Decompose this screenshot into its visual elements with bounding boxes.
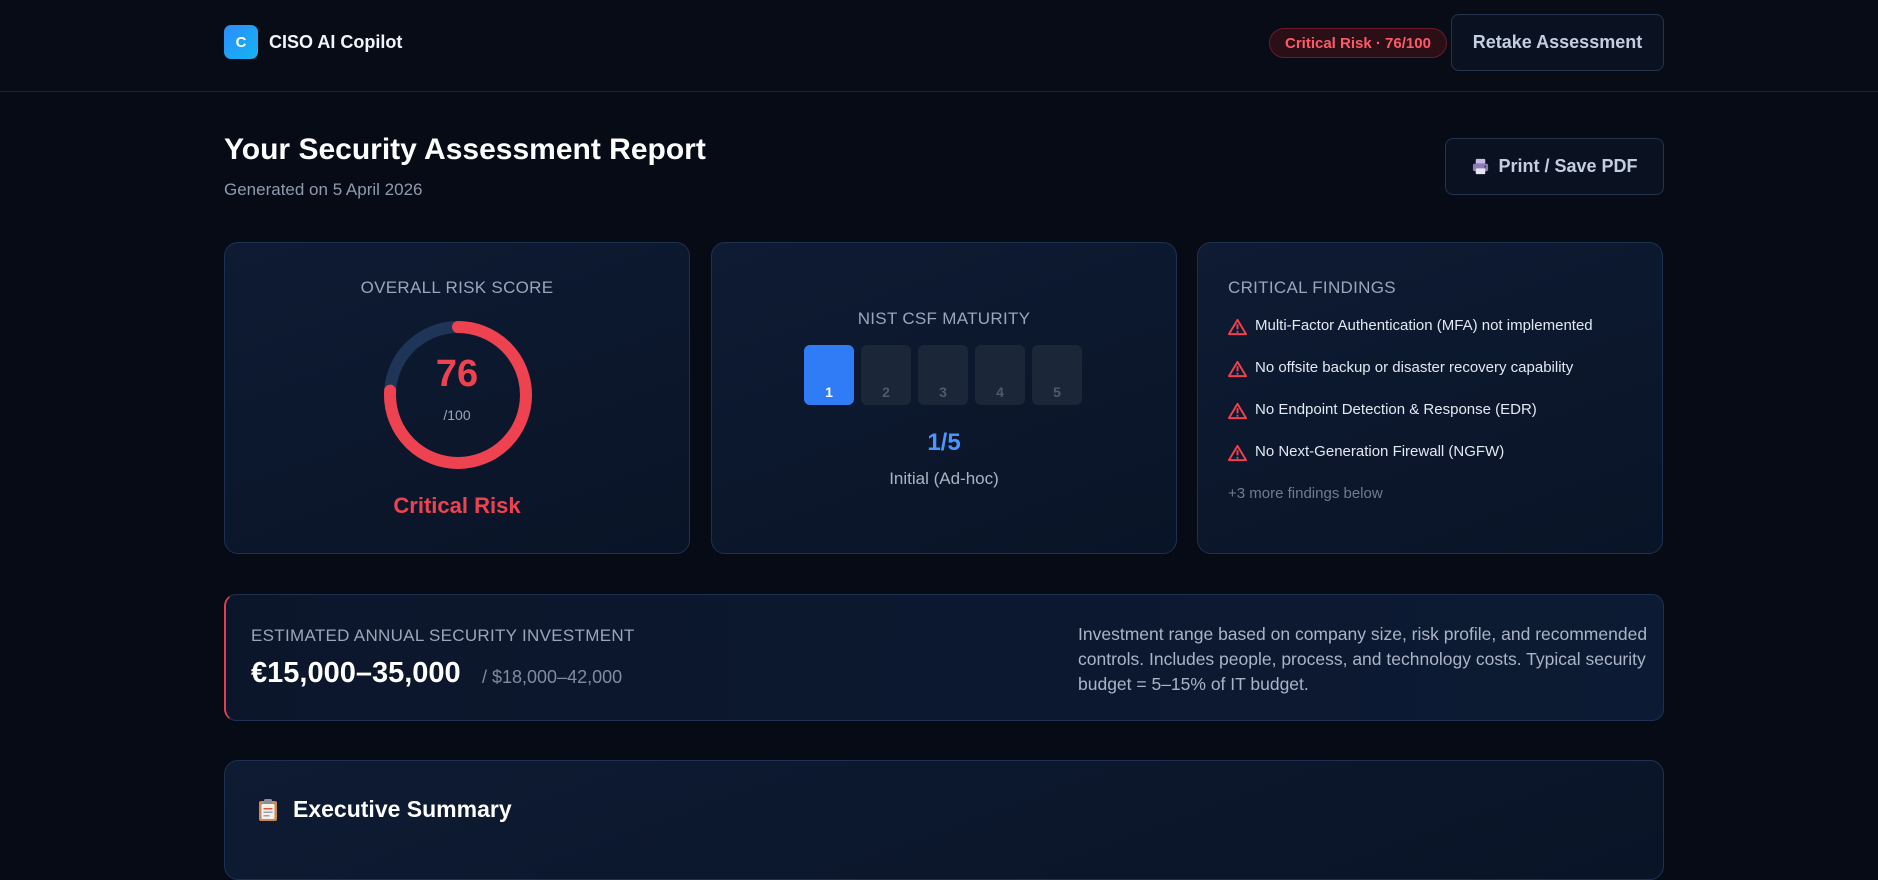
clipboard-icon xyxy=(259,798,277,821)
retake-assessment-button[interactable]: Retake Assessment xyxy=(1451,14,1664,71)
investment-label: ESTIMATED ANNUAL SECURITY INVESTMENT xyxy=(251,626,635,645)
finding-text: Multi-Factor Authentication (MFA) not im… xyxy=(1255,317,1593,334)
maturity-level-5: 5 xyxy=(1032,345,1082,405)
investment-note: Investment range based on company size, … xyxy=(1078,624,1648,694)
print-label: Print / Save PDF xyxy=(1498,156,1638,176)
critical-findings-card: CRITICAL FINDINGS Multi-Factor Authentic… xyxy=(1197,242,1663,554)
risk-level-text: Critical Risk xyxy=(393,493,521,518)
app-logo-icon: C xyxy=(224,25,258,59)
nist-maturity-label: NIST CSF MATURITY xyxy=(857,309,1031,328)
investment-banner: ESTIMATED ANNUAL SECURITY INVESTMENT €15… xyxy=(224,594,1664,721)
nist-maturity-score: 1/5 xyxy=(927,429,961,456)
warning-triangle-icon xyxy=(1228,360,1247,378)
findings-list: Multi-Factor Authentication (MFA) not im… xyxy=(1228,317,1648,485)
finding-text: No offsite backup or disaster recovery c… xyxy=(1255,359,1574,376)
finding-item: No Endpoint Detection & Response (EDR) xyxy=(1228,401,1648,443)
risk-score-label: OVERALL RISK SCORE xyxy=(360,278,554,297)
warning-triangle-icon xyxy=(1228,402,1247,420)
app-name: CISO AI Copilot xyxy=(269,31,403,52)
executive-summary-header: Executive Summary xyxy=(257,796,512,823)
nist-maturity-description: Initial (Ad-hoc) xyxy=(889,469,999,488)
finding-text: No Endpoint Detection & Response (EDR) xyxy=(1255,401,1537,418)
investment-eur-range: €15,000–35,000 xyxy=(251,657,461,689)
executive-summary-card: Executive Summary xyxy=(224,760,1664,880)
risk-score-value: 76 xyxy=(435,353,479,395)
maturity-level-bar: 1 2 3 4 5 xyxy=(804,345,1082,405)
warning-triangle-icon xyxy=(1228,318,1247,336)
maturity-level-4: 4 xyxy=(975,345,1025,405)
finding-item: No offsite backup or disaster recovery c… xyxy=(1228,359,1648,401)
report-generated-date: Generated on 5 April 2026 xyxy=(224,180,423,199)
investment-usd-range: / $18,000–42,000 xyxy=(482,667,623,687)
finding-item: Multi-Factor Authentication (MFA) not im… xyxy=(1228,317,1648,359)
brand[interactable]: C CISO AI Copilot xyxy=(224,25,402,59)
maturity-level-3: 3 xyxy=(918,345,968,405)
print-save-pdf-button[interactable]: Print / Save PDF xyxy=(1445,138,1664,195)
top-bar: C CISO AI Copilot Critical Risk · 76/100… xyxy=(0,0,1878,92)
maturity-level-2: 2 xyxy=(861,345,911,405)
finding-item: No Next-Generation Firewall (NGFW) xyxy=(1228,443,1648,485)
maturity-level-1: 1 xyxy=(804,345,854,405)
risk-status-badge: Critical Risk · 76/100 xyxy=(1269,28,1447,58)
printer-icon xyxy=(1473,158,1489,175)
critical-findings-label: CRITICAL FINDINGS xyxy=(1228,278,1396,297)
more-findings-link[interactable]: +3 more findings below xyxy=(1228,485,1383,502)
executive-summary-title: Executive Summary xyxy=(293,796,512,822)
page-title: Your Security Assessment Report xyxy=(224,133,706,166)
risk-score-card: OVERALL RISK SCORE 76 /100 Critical Risk xyxy=(224,242,690,554)
warning-triangle-icon xyxy=(1228,444,1247,462)
risk-score-max: /100 xyxy=(443,407,471,423)
nist-maturity-card: NIST CSF MATURITY 1 2 3 4 5 1/5 Initial … xyxy=(711,242,1177,554)
finding-text: No Next-Generation Firewall (NGFW) xyxy=(1255,443,1505,460)
